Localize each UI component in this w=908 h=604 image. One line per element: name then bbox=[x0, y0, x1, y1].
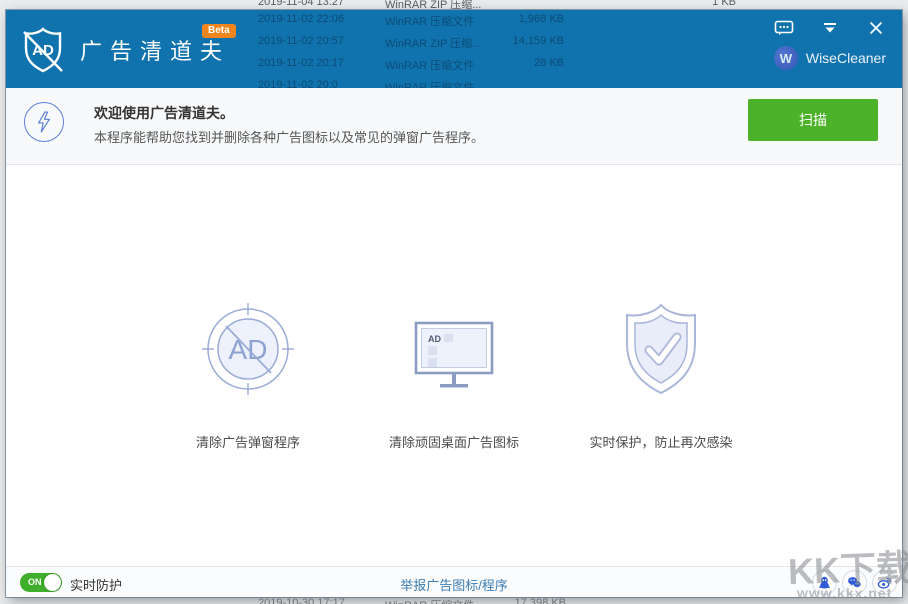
shield-check-icon bbox=[613, 301, 709, 397]
file-size: 17,398 KB bbox=[476, 597, 566, 604]
feature-clean-desktop-icons: AD 清除顽固桌面广告图标 bbox=[334, 301, 574, 451]
background-file-row-top: 2019-11-04 13:27 WinRAR ZIP 压缩... 1 KB bbox=[6, 0, 908, 10]
report-ad-link[interactable]: 举报广告图标/程序 bbox=[6, 575, 902, 594]
file-type: WinRAR ZIP 压缩... bbox=[385, 35, 481, 51]
file-date: 2019-11-02 20:57 bbox=[258, 35, 344, 47]
wechat-icon[interactable] bbox=[842, 570, 867, 595]
welcome-subtitle: 本程序能帮助您找到并删除各种广告图标以及常见的弹窗广告程序。 bbox=[94, 127, 484, 146]
title-bar: 2019-11-02 22:06 WinRAR 压缩文件 1,968 KB 20… bbox=[6, 10, 902, 88]
file-size: 1 KB bbox=[646, 0, 736, 8]
background-file-row-bottom: 2019-10-30 17:17 WinRAR 压缩文件 17,398 KB bbox=[6, 597, 908, 604]
app-window: 2019-11-02 22:06 WinRAR 压缩文件 1,968 KB 20… bbox=[6, 10, 902, 597]
minimize-icon[interactable] bbox=[820, 18, 840, 38]
feature-label: 清除顽固桌面广告图标 bbox=[334, 432, 574, 451]
app-logo-shield-ad-icon: AD bbox=[20, 26, 66, 74]
scan-button[interactable]: 扫描 bbox=[748, 99, 878, 141]
file-date: 2019-11-02 22:06 bbox=[258, 13, 344, 25]
main-content: AD 清除广告弹窗程序 AD 清除顽固桌面广告图标 bbox=[6, 165, 902, 566]
welcome-title: 欢迎使用广告清道夫。 bbox=[94, 103, 234, 123]
file-size: 28 KB bbox=[474, 57, 564, 69]
feedback-icon[interactable] bbox=[774, 18, 794, 38]
close-icon[interactable] bbox=[866, 18, 886, 38]
page-title: 广告清道夫 bbox=[80, 34, 230, 66]
status-bar: ON 实时防护 举报广告图标/程序 bbox=[6, 566, 902, 597]
file-type: WinRAR 压缩文件 bbox=[385, 597, 474, 604]
file-size: 1,968 KB bbox=[474, 13, 564, 25]
file-date: 2019-11-02 20:17 bbox=[258, 57, 344, 69]
file-type: WinRAR 压缩文件 bbox=[385, 13, 474, 29]
feature-label: 实时保护，防止再次感染 bbox=[541, 432, 781, 451]
svg-text:AD: AD bbox=[428, 334, 441, 344]
brand-name: WiseCleaner bbox=[806, 50, 886, 66]
file-date: 2019-11-04 13:27 bbox=[258, 0, 344, 8]
no-ad-circle-icon: AD bbox=[200, 301, 296, 397]
beta-badge: Beta bbox=[202, 24, 236, 38]
ghost-file-row: 2019-11-02 22:06 WinRAR 压缩文件 1,968 KB bbox=[6, 13, 902, 27]
file-type: WinRAR 压缩文件 bbox=[385, 57, 474, 73]
feature-realtime-protection: 实时保护，防止再次感染 bbox=[541, 301, 781, 451]
ghost-file-row: 2019-11-02 20:0 WinRAR 压缩文件 bbox=[6, 79, 902, 88]
file-date: 2019-11-02 20:0 bbox=[258, 79, 338, 88]
qq-icon[interactable] bbox=[812, 570, 837, 595]
welcome-banner: 欢迎使用广告清道夫。 本程序能帮助您找到并删除各种广告图标以及常见的弹窗广告程序… bbox=[6, 88, 902, 165]
desktop-ad-icon: AD bbox=[406, 301, 502, 397]
brand-link[interactable]: W WiseCleaner bbox=[774, 46, 886, 70]
feature-label: 清除广告弹窗程序 bbox=[128, 432, 368, 451]
file-type: WinRAR 压缩文件 bbox=[385, 79, 474, 88]
lightning-bolt-icon bbox=[24, 102, 64, 142]
weibo-icon[interactable] bbox=[872, 570, 897, 595]
file-date: 2019-10-30 17:17 bbox=[258, 597, 345, 604]
wisecleaner-avatar: W bbox=[774, 46, 798, 70]
file-size: 14,159 KB bbox=[474, 35, 564, 47]
feature-clean-popup-ads: AD 清除广告弹窗程序 bbox=[128, 301, 368, 451]
